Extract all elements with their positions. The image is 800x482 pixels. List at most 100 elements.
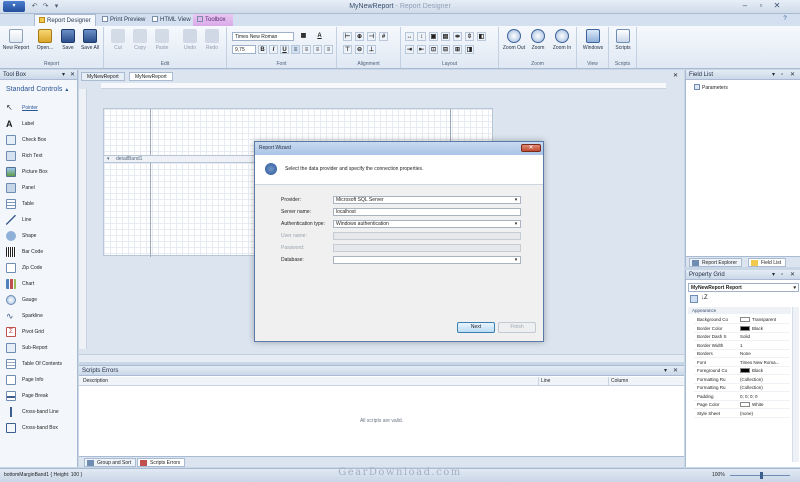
redo-button[interactable]: Redo: [202, 29, 222, 51]
property-row[interactable]: Padding 0; 0; 0; 0: [694, 393, 790, 401]
toolbox-section[interactable]: Standard Controls ▲: [0, 80, 77, 97]
close-icon[interactable]: ✕: [770, 1, 784, 11]
zoom-button[interactable]: Zoom: [528, 29, 548, 51]
parameters-node[interactable]: Parameters: [694, 84, 728, 91]
document-tab[interactable]: MyNewReport: [81, 72, 125, 81]
font-name-select[interactable]: Times New Roman: [232, 32, 294, 41]
decrease-spacing-icon[interactable]: ⇤: [417, 45, 426, 54]
paste-button[interactable]: Paste: [152, 29, 172, 51]
pin-icon[interactable]: ▾: [62, 70, 65, 80]
underline-button[interactable]: U: [280, 45, 289, 54]
property-value[interactable]: Black: [740, 325, 790, 333]
server-name-input[interactable]: localhost: [333, 208, 521, 216]
bold-button[interactable]: B: [258, 45, 267, 54]
property-grid-scrollbar[interactable]: [792, 307, 799, 462]
horizontal-scrollbar[interactable]: [79, 354, 684, 362]
toolbox-item-shape[interactable]: Shape: [6, 229, 76, 244]
property-value[interactable]: (Collection): [740, 376, 790, 384]
toolbox-item-table-of-contents[interactable]: Table Of Contents: [6, 357, 76, 372]
center-horizontally-icon[interactable]: ⊟: [441, 45, 450, 54]
property-row[interactable]: Formatting Ru (Collection): [694, 376, 790, 384]
dock-icon[interactable]: ▫: [781, 270, 783, 280]
toolbox-item-check-box[interactable]: Check Box: [6, 133, 76, 148]
align-bottoms-icon[interactable]: ⊥: [367, 45, 376, 54]
new-report-button[interactable]: New Report: [2, 29, 30, 51]
zoom-slider-thumb[interactable]: [760, 472, 763, 479]
align-middles-icon[interactable]: ⊖: [355, 45, 364, 54]
alphabetical-icon[interactable]: ↓Z: [701, 295, 708, 301]
toolbox-item-pointer[interactable]: ↖ Pointer: [6, 101, 76, 116]
column-description[interactable]: Description: [83, 377, 108, 386]
vertical-spacing-icon[interactable]: ⇳: [465, 32, 474, 41]
increase-spacing-icon[interactable]: ⇥: [405, 45, 414, 54]
document-tab-active[interactable]: MyNewReport: [129, 72, 173, 81]
pin-icon[interactable]: ▾: [772, 270, 775, 280]
align-right-icon[interactable]: ≡: [313, 45, 322, 54]
dialog-close-button[interactable]: ✕: [521, 144, 541, 152]
font-color-icon[interactable]: A: [315, 32, 324, 41]
align-center-icon[interactable]: ≡: [302, 45, 311, 54]
property-value[interactable]: Black: [740, 367, 790, 375]
tab-report-explorer[interactable]: Report Explorer: [689, 258, 743, 267]
align-left-icon[interactable]: ≡: [291, 45, 300, 54]
undo-quick-icon[interactable]: ↶: [30, 2, 39, 11]
property-value[interactable]: 0; 0; 0; 0: [740, 393, 790, 401]
open-button[interactable]: Open...: [34, 29, 56, 51]
close-document-icon[interactable]: ✕: [673, 72, 678, 79]
authentication-type-select[interactable]: Windows authentication ▾: [333, 220, 521, 228]
same-size-icon[interactable]: ▣: [429, 32, 438, 41]
windows-button[interactable]: Windows: [581, 29, 605, 51]
tab-print-preview[interactable]: Print Preview: [98, 14, 149, 26]
user-name-input[interactable]: [333, 232, 521, 240]
pin-icon[interactable]: ▾: [772, 70, 775, 80]
minimize-icon[interactable]: –: [738, 1, 752, 11]
remove-spacing-icon[interactable]: ⊡: [429, 45, 438, 54]
toolbox-item-chart[interactable]: Chart: [6, 277, 76, 292]
property-value[interactable]: (none): [740, 410, 790, 418]
customize-quick-access-icon[interactable]: ▾: [52, 2, 61, 11]
toolbox-item-panel[interactable]: Panel: [6, 181, 76, 196]
save-button[interactable]: Save: [58, 29, 78, 51]
align-rights-icon[interactable]: ⊣: [367, 32, 376, 41]
save-all-button[interactable]: Save All: [80, 29, 100, 51]
toolbox-item-rich-text[interactable]: Rich Text: [6, 149, 76, 164]
property-category[interactable]: Appearance: [688, 307, 791, 314]
close-panel-icon[interactable]: ✕: [673, 366, 678, 376]
toolbox-item-pivot-grid[interactable]: Σ Pivot Grid: [6, 325, 76, 340]
property-row[interactable]: Background Co Transparent: [694, 316, 790, 324]
same-height-icon[interactable]: ↕: [417, 32, 426, 41]
tab-group-and-sort[interactable]: Group and Sort: [84, 458, 137, 467]
close-panel-icon[interactable]: ✕: [790, 70, 795, 80]
font-size-select[interactable]: 9,75: [232, 45, 256, 54]
property-row[interactable]: Formatting Ru (Collection): [694, 384, 790, 392]
align-lefts-icon[interactable]: ⊢: [343, 32, 352, 41]
align-to-grid-icon[interactable]: #: [379, 32, 388, 41]
cut-button[interactable]: Cut: [108, 29, 128, 51]
property-row[interactable]: Page Color White: [694, 401, 790, 409]
column-column[interactable]: Column: [608, 377, 628, 386]
toolbox-item-bar-code[interactable]: Bar Code: [6, 245, 76, 260]
border-style-icon[interactable]: ▦: [299, 32, 308, 41]
justify-icon[interactable]: ≡: [324, 45, 333, 54]
application-menu-button[interactable]: ▾: [3, 1, 25, 12]
close-panel-icon[interactable]: ✕: [70, 70, 75, 80]
property-row[interactable]: Border Color Black: [694, 325, 790, 333]
toolbox-item-sparkline[interactable]: ∿ Sparkline: [6, 309, 76, 324]
undo-button[interactable]: Undo: [180, 29, 200, 51]
back-arrow-icon[interactable]: [265, 163, 277, 175]
property-value[interactable]: Times New Roma...: [740, 359, 790, 367]
dock-icon[interactable]: ▫: [781, 70, 783, 80]
property-value[interactable]: None: [740, 350, 790, 358]
toolbox-item-line[interactable]: Line: [6, 213, 76, 228]
bring-to-front-icon[interactable]: ◧: [477, 32, 486, 41]
categorized-icon[interactable]: [690, 295, 698, 303]
tab-field-list[interactable]: Field List: [748, 258, 787, 267]
help-icon[interactable]: ?: [780, 16, 790, 24]
property-value[interactable]: White: [740, 401, 790, 409]
copy-button[interactable]: Copy: [130, 29, 150, 51]
tab-report-designer[interactable]: Report Designer: [34, 14, 96, 26]
property-value[interactable]: 1: [740, 342, 790, 350]
property-row[interactable]: Foreground Co Black: [694, 367, 790, 375]
toolbox-item-table[interactable]: Table: [6, 197, 76, 212]
property-value[interactable]: Solid: [740, 333, 790, 341]
